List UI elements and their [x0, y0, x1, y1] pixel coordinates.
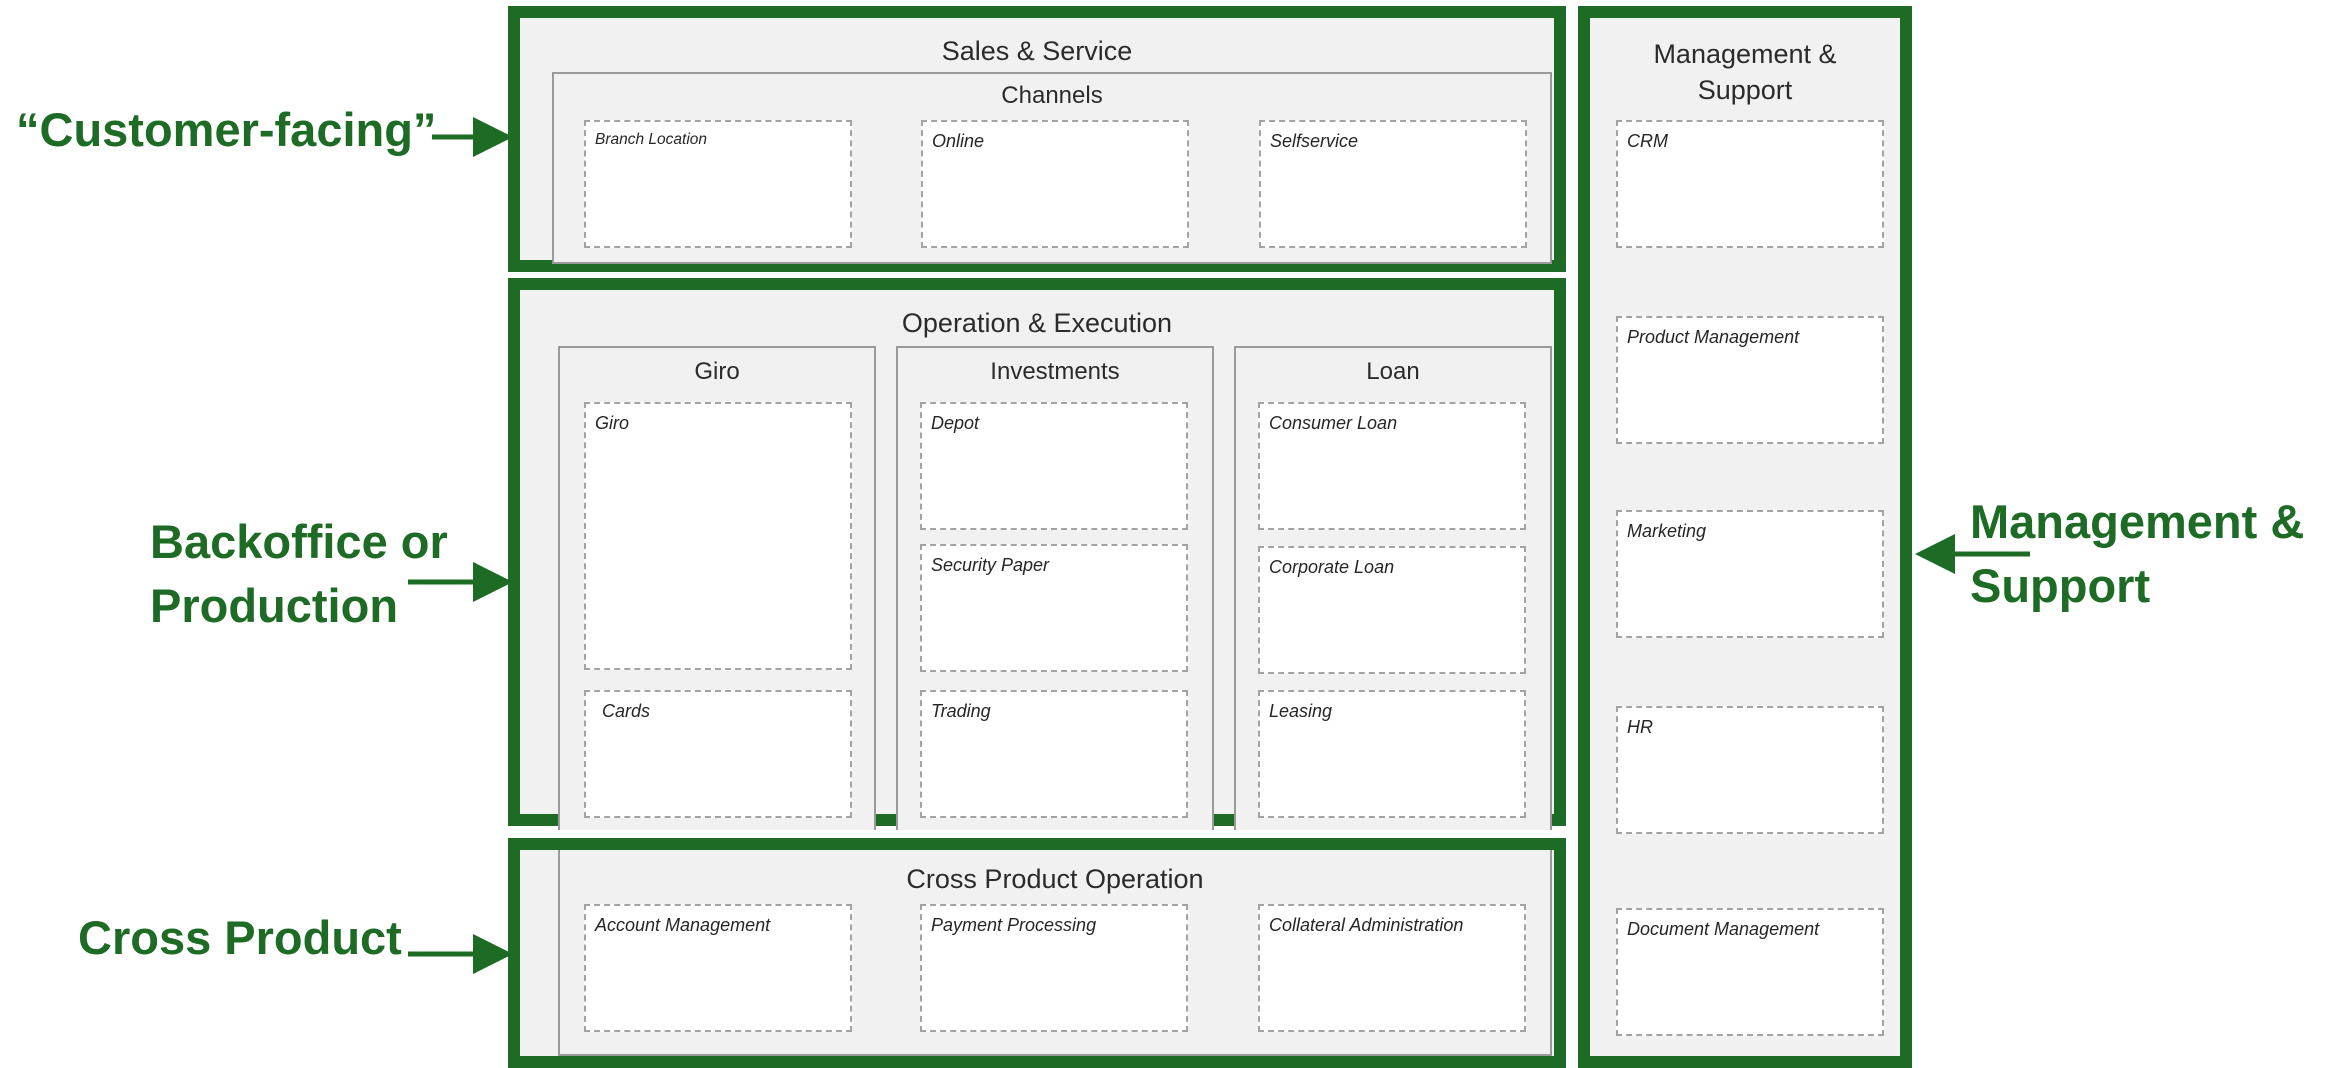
channel-box-branch-location: Branch Location	[584, 120, 852, 248]
box-giro: Giro	[584, 402, 852, 670]
box-label: Marketing	[1627, 521, 1707, 541]
box-depot: Depot	[920, 402, 1188, 530]
box-label: Giro	[595, 413, 630, 433]
group-title-investments: Investments	[990, 358, 1120, 385]
operation-execution-title: Operation & Execution	[901, 308, 1173, 338]
sales-service-section: Sales & Service Channels Branch Location…	[508, 6, 1566, 272]
group-title-giro: Giro	[694, 358, 740, 385]
sales-service-title: Sales & Service	[941, 36, 1133, 66]
box-leasing: Leasing	[1258, 690, 1526, 818]
box-consumer-loan: Consumer Loan	[1258, 402, 1526, 530]
box-security-paper: Security Paper	[920, 544, 1188, 672]
cross-product-section: Cross Product Operation Account Manageme…	[508, 838, 1566, 1068]
label-backoffice: Backoffice or Production	[150, 510, 448, 638]
box-collateral-administration: Collateral Administration	[1258, 904, 1526, 1032]
box-document-management: Document Management	[1616, 908, 1884, 1036]
box-label: Depot	[931, 413, 980, 433]
box-label: Payment Processing	[931, 915, 1097, 935]
management-title-line2: Support	[1697, 75, 1793, 105]
box-cards: Cards	[584, 690, 852, 818]
box-crm: CRM	[1616, 120, 1884, 248]
box-label: Trading	[931, 701, 991, 721]
cross-product-title: Cross Product Operation	[906, 864, 1204, 894]
box-label: Product Management	[1627, 327, 1800, 347]
label-management-support: Management & Support	[1970, 490, 2304, 618]
box-label: Leasing	[1269, 701, 1333, 721]
label-customer-facing: “Customer-facing”	[16, 103, 437, 156]
channel-label: Online	[932, 131, 985, 151]
box-label: Document Management	[1627, 919, 1820, 939]
box-label: Consumer Loan	[1269, 413, 1398, 433]
label-backoffice-line1: Backoffice or	[150, 515, 448, 568]
management-title-line1: Management &	[1653, 39, 1837, 69]
channel-label: Branch Location	[595, 131, 708, 148]
box-account-management: Account Management	[584, 904, 852, 1032]
box-product-management: Product Management	[1616, 316, 1884, 444]
group-title-loan: Loan	[1366, 358, 1420, 385]
box-label: CRM	[1627, 131, 1668, 151]
channels-group: Channels Branch Location Online Selfserv…	[552, 72, 1552, 264]
group-giro: Giro Giro Cards	[558, 346, 876, 830]
box-hr: HR	[1616, 706, 1884, 834]
channel-label: Selfservice	[1270, 131, 1359, 151]
box-label: HR	[1627, 717, 1653, 737]
box-label: Collateral Administration	[1269, 915, 1464, 935]
group-investments: Investments Depot Security Paper Trading	[896, 346, 1214, 830]
label-management-line1: Management &	[1970, 495, 2305, 548]
box-label: Corporate Loan	[1269, 557, 1395, 577]
label-cross-product: Cross Product	[78, 911, 402, 964]
management-support-section: Management & Support CRM Product Managem…	[1578, 6, 1912, 1068]
channels-title: Channels	[1001, 82, 1103, 109]
operation-execution-section: Operation & Execution Giro Giro Cards In…	[508, 278, 1566, 830]
management-support-title: Management & Support	[1590, 36, 1900, 108]
box-marketing: Marketing	[1616, 510, 1884, 638]
label-management-line2: Support	[1970, 559, 2151, 612]
group-loan: Loan Consumer Loan Corporate Loan Leasin…	[1234, 346, 1552, 830]
label-backoffice-line2: Production	[150, 579, 399, 632]
box-label: Security Paper	[931, 555, 1050, 575]
channel-box-online: Online	[921, 120, 1189, 248]
box-trading: Trading	[920, 690, 1188, 818]
box-corporate-loan: Corporate Loan	[1258, 546, 1526, 674]
box-label: Cards	[602, 701, 651, 721]
channel-box-selfservice: Selfservice	[1259, 120, 1527, 248]
cross-product-group: Cross Product Operation Account Manageme…	[558, 850, 1552, 1056]
box-label: Account Management	[595, 915, 771, 935]
box-payment-processing: Payment Processing	[920, 904, 1188, 1032]
